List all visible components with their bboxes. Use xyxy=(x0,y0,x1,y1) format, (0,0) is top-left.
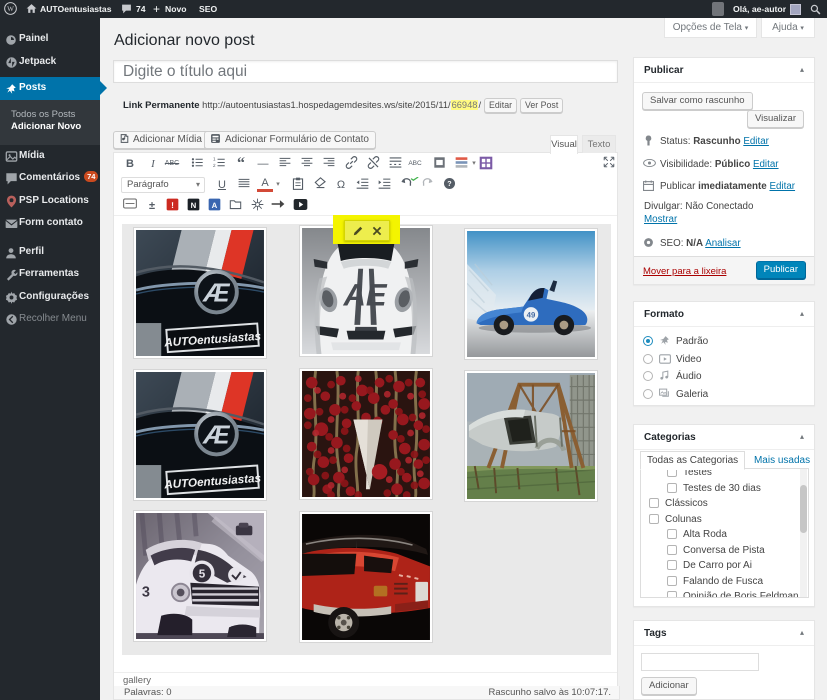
svg-text:W: W xyxy=(7,5,14,13)
svg-text:!: ! xyxy=(171,200,174,210)
svg-text:5: 5 xyxy=(199,567,206,581)
svg-text:Æ: Æ xyxy=(201,278,230,307)
svg-text:1: 1 xyxy=(213,157,216,162)
svg-text:AE: AE xyxy=(343,277,389,312)
svg-text:?: ? xyxy=(447,180,452,188)
svg-text:3: 3 xyxy=(142,584,150,600)
svg-text:49: 49 xyxy=(527,311,536,320)
svg-text:2: 2 xyxy=(213,164,216,169)
svg-text:N: N xyxy=(190,201,196,210)
svg-text:Æ: Æ xyxy=(201,420,230,449)
svg-text:A: A xyxy=(211,201,217,210)
